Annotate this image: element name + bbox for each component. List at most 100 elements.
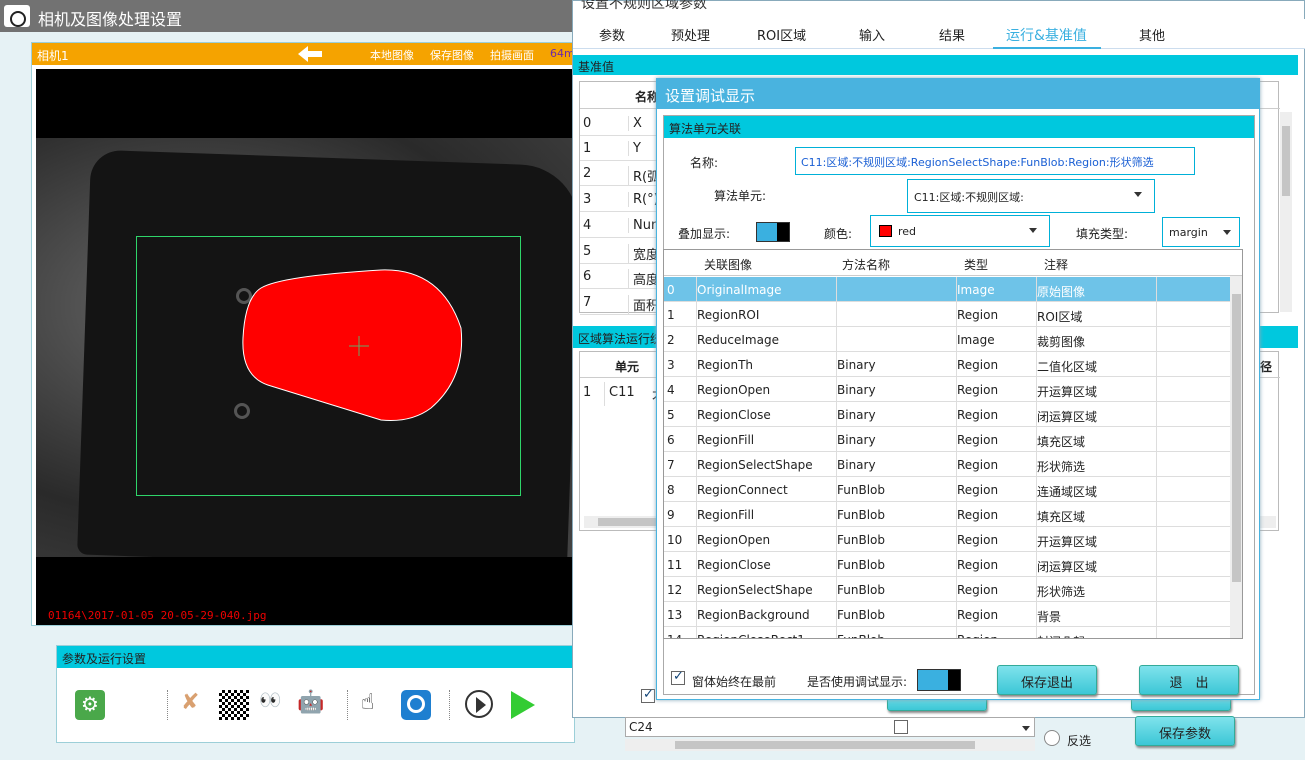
- grid-cell: 14: [667, 627, 697, 638]
- table-row[interactable]: 4 RegionOpen Binary Region 开运算区域: [664, 377, 1233, 402]
- grid-cell: 9: [667, 502, 697, 527]
- chevron-down-icon: [1134, 192, 1142, 197]
- table-row[interactable]: 12 RegionSelectShape FunBlob Region 形状筛选: [664, 577, 1233, 602]
- debug-display-dialog: 设置调试显示 算法单元关联 名称: 算法单元: 叠加显示: 颜色: 填充类型: …: [656, 78, 1260, 700]
- reverse-radio[interactable]: [1044, 730, 1060, 746]
- topmost-checkbox[interactable]: [671, 669, 685, 685]
- settings-gear-icon[interactable]: ⚙: [75, 690, 105, 720]
- topmost-label: 窗体始终在最前: [692, 675, 777, 689]
- grid-cell: Image: [957, 277, 1037, 302]
- grid-cell: [1157, 477, 1233, 502]
- grid-scroll-thumb[interactable]: [1232, 294, 1241, 582]
- grid-cell: [1157, 602, 1233, 627]
- overlay-toggle[interactable]: [756, 222, 790, 242]
- grid-cell: 13: [667, 602, 697, 627]
- c24-checkbox[interactable]: [894, 720, 908, 734]
- camera-icon: [4, 5, 30, 27]
- grid-cell: RegionOpen: [697, 377, 837, 402]
- tab-preprocess[interactable]: 预处理: [671, 25, 710, 44]
- table-row[interactable]: 3 RegionTh Binary Region 二值化区域: [664, 352, 1233, 377]
- area-col-unit: 单元: [615, 360, 640, 374]
- table-row[interactable]: 4 Num: [580, 213, 664, 238]
- camera-lens-icon[interactable]: [401, 690, 431, 720]
- grid-cell: 1: [667, 302, 697, 327]
- grid-cell: [1157, 352, 1233, 377]
- color-select[interactable]: red: [870, 215, 1050, 247]
- grid-scrollbar[interactable]: [1230, 276, 1242, 638]
- linked-image-grid[interactable]: 关联图像 方法名称 类型 注释 0 OriginalImage Image 原始图像 1…: [663, 249, 1243, 639]
- hand-pointer-icon[interactable]: ☝: [361, 690, 391, 720]
- image-filename: 01164\2017-01-05 20-05-29-040.jpg: [48, 609, 267, 622]
- table-row[interactable]: 1Y: [580, 136, 660, 161]
- table-row[interactable]: 14RegionCloseRect1FunBlobRegion封闭凸起: [664, 627, 1233, 638]
- name-field[interactable]: C11:区域:不规则区域:RegionSelectShape:FunBlob:R…: [795, 147, 1195, 175]
- table-row[interactable]: 7 面积: [580, 290, 660, 315]
- table-row[interactable]: 13 RegionBackground FunBlob Region 背景: [664, 602, 1233, 627]
- partial-checkbox[interactable]: [641, 687, 655, 703]
- table-row[interactable]: 2 ReduceImage Image 裁剪图像: [664, 327, 1233, 352]
- eyes-icon[interactable]: 👀: [259, 690, 289, 720]
- exit-button[interactable]: 退 出: [1139, 665, 1239, 695]
- debug-toggle[interactable]: [917, 669, 961, 691]
- tab-result[interactable]: 结果: [939, 25, 965, 44]
- table-row[interactable]: 6 高度: [580, 264, 660, 289]
- zoom-link[interactable]: 64m: [550, 47, 575, 60]
- local-image-link[interactable]: 本地图像: [370, 47, 414, 63]
- baseline-scrollbar[interactable]: [1280, 112, 1292, 312]
- color-swatch: [879, 225, 892, 237]
- tab-run-baseline[interactable]: 运行&基准值: [1006, 25, 1087, 45]
- grid-cell: RegionClose: [697, 402, 837, 427]
- grid-cell: 开运算区域: [1037, 377, 1157, 402]
- table-row[interactable]: 10 RegionOpen FunBlob Region 开运算区域: [664, 527, 1233, 552]
- tab-other[interactable]: 其他: [1139, 25, 1165, 44]
- checkerboard-icon[interactable]: [219, 690, 249, 720]
- tab-input[interactable]: 输入: [859, 25, 885, 44]
- play-circle-icon[interactable]: [465, 690, 493, 718]
- table-row[interactable]: 1 RegionROI Region ROI区域: [664, 302, 1233, 327]
- fill-select[interactable]: margin: [1162, 217, 1240, 247]
- tab-params[interactable]: 参数: [599, 25, 625, 44]
- grid-cell: ROI区域: [1037, 302, 1157, 327]
- table-row[interactable]: 9 RegionFill FunBlob Region 填充区域: [664, 502, 1233, 527]
- grid-cell: [837, 302, 957, 327]
- table-row[interactable]: 2 R(弧: [580, 161, 660, 186]
- table-row[interactable]: 7 RegionSelectShape Binary Region 形状筛选: [664, 452, 1233, 477]
- save-image-link[interactable]: 保存图像: [430, 47, 474, 63]
- save-exit-button[interactable]: 保存退出: [997, 665, 1097, 695]
- capture-link[interactable]: 拍摄画面: [490, 47, 534, 63]
- table-row[interactable]: 0X: [580, 111, 660, 136]
- grid-cell: FunBlob: [837, 527, 957, 552]
- overlay-label: 叠加显示:: [678, 227, 731, 241]
- region-blob: [242, 269, 463, 421]
- back-arrow-icon[interactable]: [296, 45, 324, 63]
- table-row[interactable]: 11 RegionClose FunBlob Region 闭运算区域: [664, 552, 1233, 577]
- grid-cell: Region: [957, 552, 1037, 577]
- name-label: 名称:: [690, 156, 719, 170]
- unit-select-value: C11:区域:不规则区域:: [914, 191, 1024, 204]
- main-title: 相机及图像处理设置: [38, 10, 183, 29]
- tab-roi[interactable]: ROI区域: [757, 25, 806, 44]
- unit-select[interactable]: C11:区域:不规则区域:: [907, 179, 1155, 213]
- robot-icon[interactable]: 🤖: [297, 690, 327, 720]
- table-row[interactable]: 0 OriginalImage Image 原始图像: [664, 277, 1233, 302]
- grid-cell: [1157, 527, 1233, 552]
- c24-row[interactable]: C24: [625, 717, 1035, 737]
- table-row[interactable]: 8 RegionConnect FunBlob Region 连通域区域: [664, 477, 1233, 502]
- grid-cell: RegionConnect: [697, 477, 837, 502]
- table-row[interactable]: 6 RegionFill Binary Region 填充区域: [664, 427, 1233, 452]
- run-icon[interactable]: [507, 690, 537, 720]
- pencil-cross-icon[interactable]: ✘: [181, 690, 211, 720]
- c24-label: C24: [629, 720, 653, 734]
- save-params-button[interactable]: 保存参数: [1135, 716, 1235, 746]
- grid-header: 关联图像 方法名称 类型 注释: [664, 250, 1242, 276]
- image-viewer[interactable]: 01164\2017-01-05 20-05-29-040.jpg: [36, 69, 576, 625]
- table-row[interactable]: 5 宽度: [580, 239, 660, 264]
- dialog-title: 设置调试显示: [657, 79, 1259, 109]
- grid-cell: [1157, 427, 1233, 452]
- grid-cell: FunBlob: [837, 477, 957, 502]
- camera-image: [36, 138, 576, 557]
- grid-cell: 二值化区域: [1037, 352, 1157, 377]
- bottom-hscrollbar[interactable]: [625, 739, 1035, 751]
- table-row[interactable]: 3 R(°): [580, 187, 660, 212]
- table-row[interactable]: 5 RegionClose Binary Region 闭运算区域: [664, 402, 1233, 427]
